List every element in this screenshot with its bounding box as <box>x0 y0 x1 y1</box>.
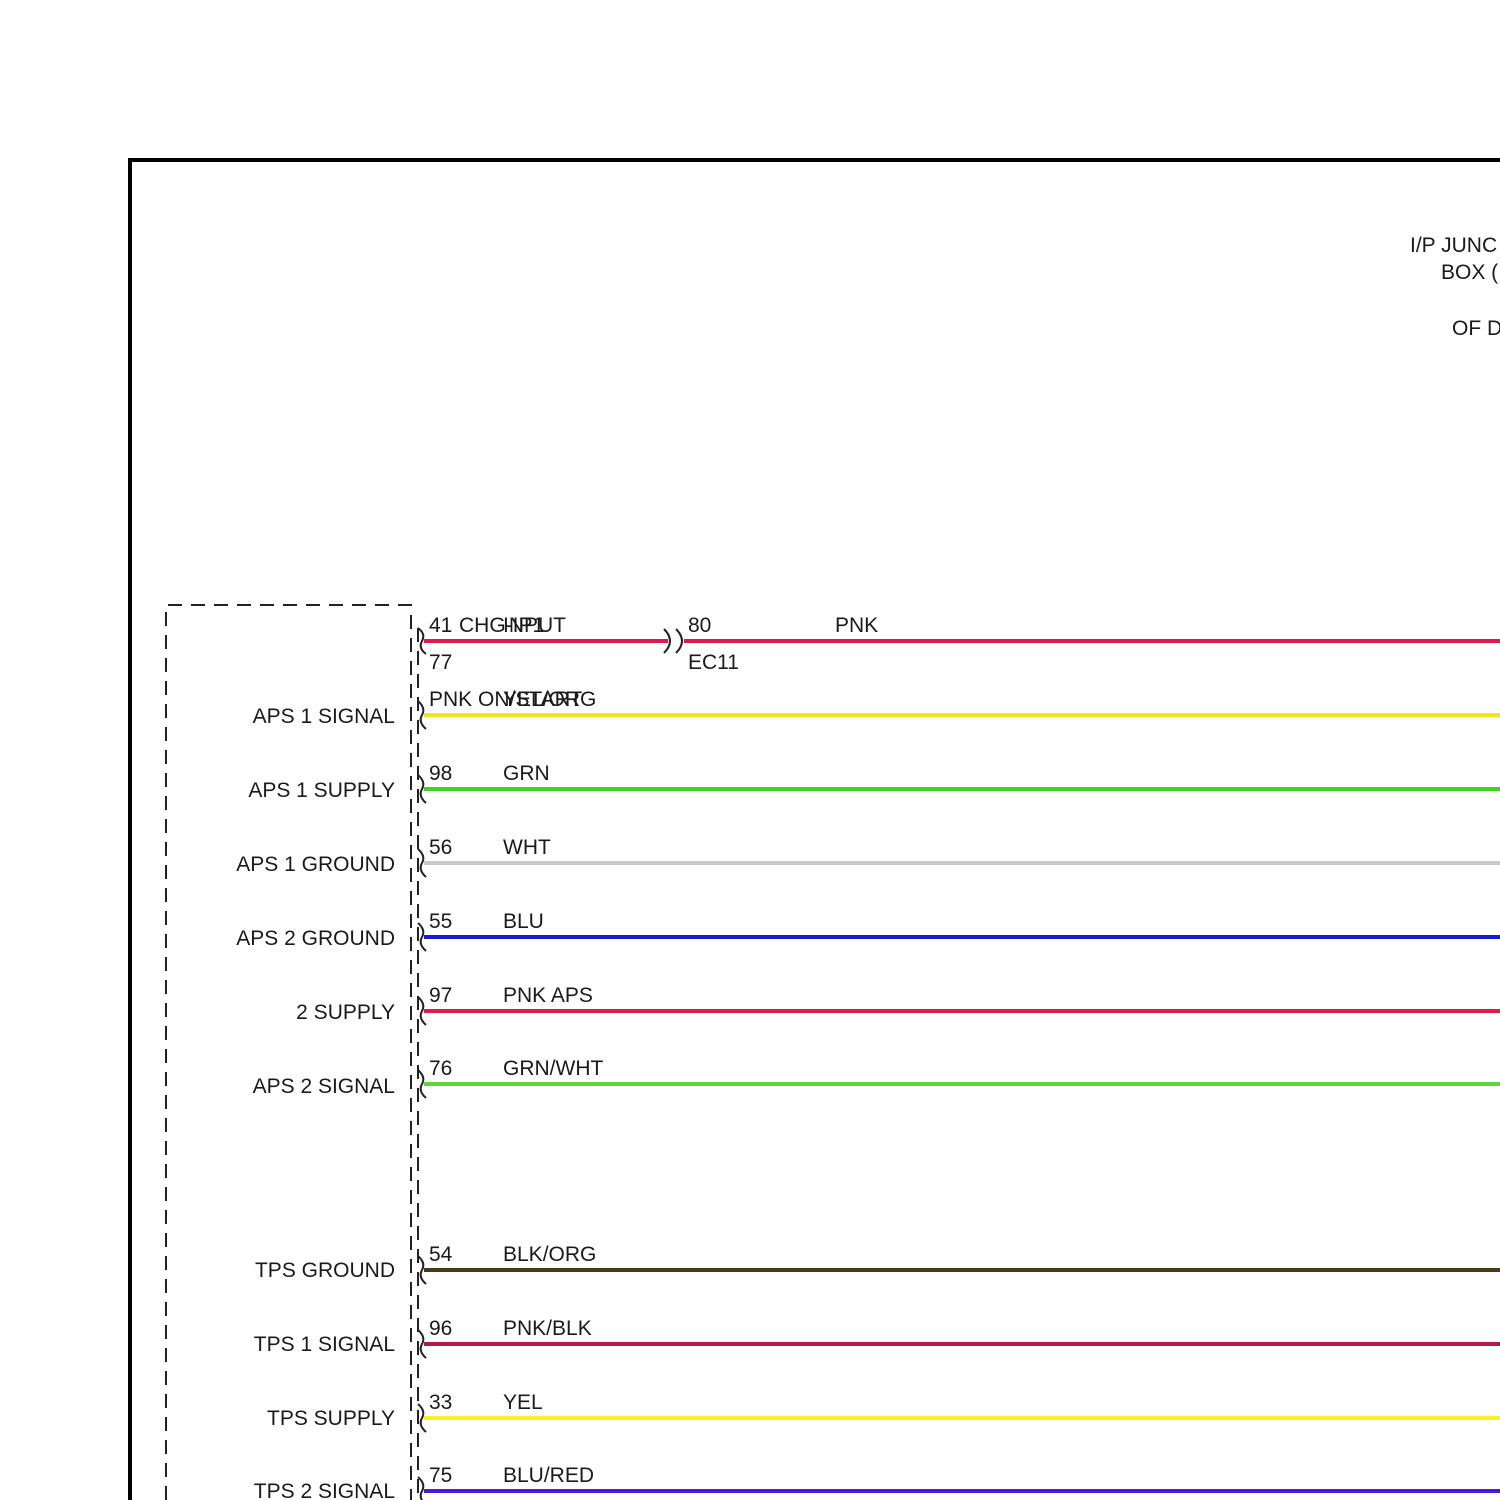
wire-pin: 96 <box>429 1317 452 1340</box>
connector-pin: 80 <box>688 614 711 637</box>
top-wire-color-label: PNK <box>835 614 878 637</box>
wire-pin: 54 <box>429 1243 453 1266</box>
signal-label: APS 2 GROUND <box>236 927 395 950</box>
signal-label: APS 1 SUPPLY <box>248 779 395 802</box>
signal-label: TPS 1 SIGNAL <box>254 1333 395 1356</box>
wire-color-label: BLK/ORG <box>503 1243 596 1266</box>
module-outline <box>165 604 412 1500</box>
wire-runs <box>424 713 1500 1493</box>
top-wire-pin: 41 <box>429 614 452 637</box>
diagram-border <box>128 158 1500 1500</box>
top-wire-name-b: INPUT <box>503 614 566 637</box>
top-wire-group: 41 CHG-IP1 INPUT 77 80 EC11 PNK <box>424 614 1500 674</box>
signal-label: TPS GROUND <box>255 1259 395 1282</box>
wire-color-label: BLU/RED <box>503 1464 594 1487</box>
wire-color-label: PNK/BLK <box>503 1317 592 1340</box>
junction-box-label-line-1: I/P JUNC <box>1410 234 1497 257</box>
wire-color-label: WHT <box>503 836 551 859</box>
junction-box-label-line-3: OF D <box>1452 317 1500 340</box>
wire-pin: 97 <box>429 984 452 1007</box>
signal-label: APS 1 SIGNAL <box>253 705 395 728</box>
overlap-label-b: YEL/ORG <box>503 688 596 711</box>
top-wire-pin-below: 77 <box>429 651 452 674</box>
pin-bracket <box>417 1476 425 1500</box>
signal-label: TPS SUPPLY <box>267 1407 395 1430</box>
wire-pin: 56 <box>429 836 452 859</box>
wiring-diagram: I/P JUNC BOX ( OF D APS 1 SIGNAL APS 1 S… <box>128 158 1500 1500</box>
wire-pin: 75 <box>429 1464 452 1487</box>
wire-color-label: GRN/WHT <box>503 1057 603 1080</box>
pin-numbers: 98 56 55 97 76 54 96 33 75 <box>429 762 453 1487</box>
module-signal-labels: APS 1 SIGNAL APS 1 SUPPLY APS 1 GROUND A… <box>236 705 395 1500</box>
signal-label: APS 1 GROUND <box>236 853 395 876</box>
connector-name: EC11 <box>688 651 739 674</box>
wire-pin: 98 <box>429 762 452 785</box>
wire-color-labels: GRN WHT BLU PNK APS GRN/WHT BLK/ORG PNK/… <box>503 762 603 1487</box>
wire-pin: 55 <box>429 910 452 933</box>
signal-label: APS 2 SIGNAL <box>253 1075 395 1098</box>
wire-color-label: PNK APS <box>503 984 593 1007</box>
wire-pin: 33 <box>429 1391 452 1414</box>
connector-boundary <box>417 627 427 1500</box>
signal-label: 2 SUPPLY <box>296 1001 395 1024</box>
wire-color-label: GRN <box>503 762 550 785</box>
junction-box-label-line-2: BOX ( <box>1441 261 1498 284</box>
signal-label: TPS 2 SIGNAL <box>254 1480 395 1500</box>
wire-pin: 76 <box>429 1057 452 1080</box>
junction-box-label: I/P JUNC BOX ( OF D <box>1410 234 1500 340</box>
wire-color-label: YEL <box>503 1391 543 1414</box>
wire-color-label: BLU <box>503 910 544 933</box>
